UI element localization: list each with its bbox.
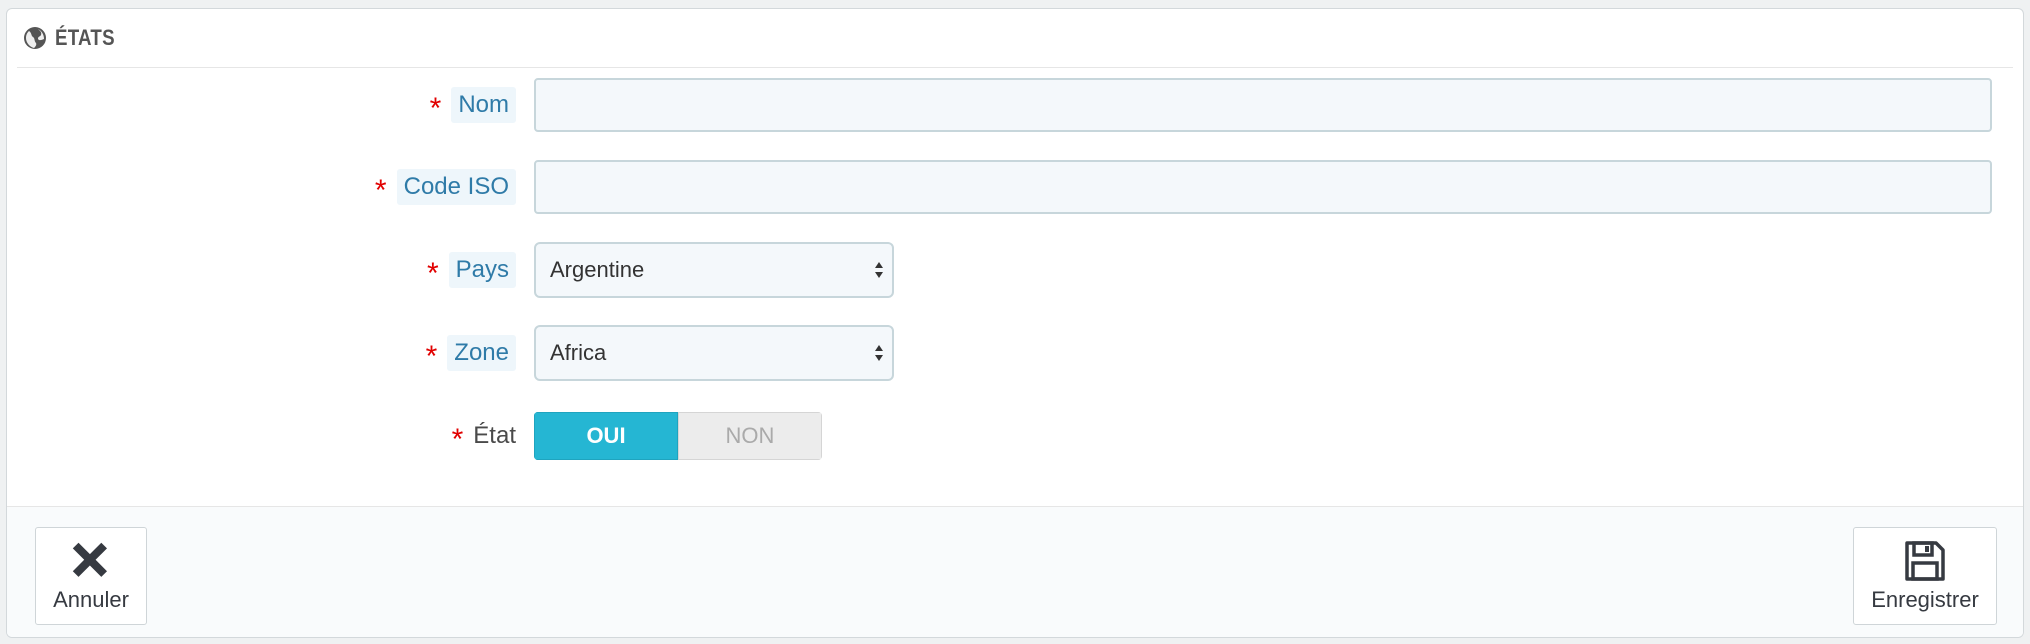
- name-label-group: * Nom: [430, 77, 516, 133]
- status-toggle-no[interactable]: NON: [678, 412, 822, 460]
- zone-select[interactable]: Africa: [534, 325, 894, 381]
- zone-label[interactable]: Zone: [447, 335, 516, 371]
- status-toggle-yes[interactable]: OUI: [534, 412, 678, 460]
- name-label[interactable]: Nom: [451, 87, 516, 123]
- zone-selected-value: Africa: [550, 340, 607, 365]
- iso-code-input[interactable]: [534, 160, 1992, 214]
- country-label[interactable]: Pays: [448, 252, 516, 288]
- panel-footer: Annuler Enregistrer: [7, 506, 2023, 637]
- states-form-panel: ÉTATS * Nom * Code ISO * Pays Argentine: [6, 8, 2024, 638]
- country-select[interactable]: Argentine: [534, 242, 894, 298]
- status-label-group: * État: [452, 408, 516, 464]
- form-row-country: * Pays Argentine: [7, 242, 2023, 298]
- required-marker: *: [451, 423, 464, 456]
- select-arrows-icon: [875, 345, 883, 361]
- country-label-group: * Pays: [427, 242, 516, 298]
- floppy-disk-icon: [1905, 541, 1945, 581]
- required-marker: *: [425, 340, 438, 373]
- status-label: État: [473, 422, 516, 449]
- required-marker: *: [374, 174, 387, 207]
- iso-code-label[interactable]: Code ISO: [396, 169, 516, 205]
- panel-heading: ÉTATS: [17, 9, 2013, 68]
- status-toggle[interactable]: OUI NON: [534, 412, 822, 460]
- required-marker: *: [426, 257, 439, 290]
- page-title: ÉTATS: [55, 25, 115, 50]
- close-icon: [72, 542, 107, 577]
- cancel-button-label: Annuler: [53, 587, 129, 612]
- iso-code-label-group: * Code ISO: [375, 159, 516, 215]
- save-button-label: Enregistrer: [1871, 587, 1979, 612]
- zone-label-group: * Zone: [426, 325, 516, 381]
- required-marker: *: [429, 92, 442, 125]
- name-input[interactable]: [534, 78, 1992, 132]
- form-row-zone: * Zone Africa: [7, 325, 2023, 381]
- select-arrows-icon: [875, 262, 883, 278]
- form-row-status: * État OUI NON: [7, 408, 2023, 464]
- globe-icon: [24, 27, 46, 49]
- country-selected-value: Argentine: [550, 257, 645, 282]
- form-row-name: * Nom: [7, 77, 2023, 133]
- save-button[interactable]: Enregistrer: [1853, 527, 1997, 625]
- cancel-button[interactable]: Annuler: [35, 527, 147, 625]
- form-row-iso-code: * Code ISO: [7, 159, 2023, 215]
